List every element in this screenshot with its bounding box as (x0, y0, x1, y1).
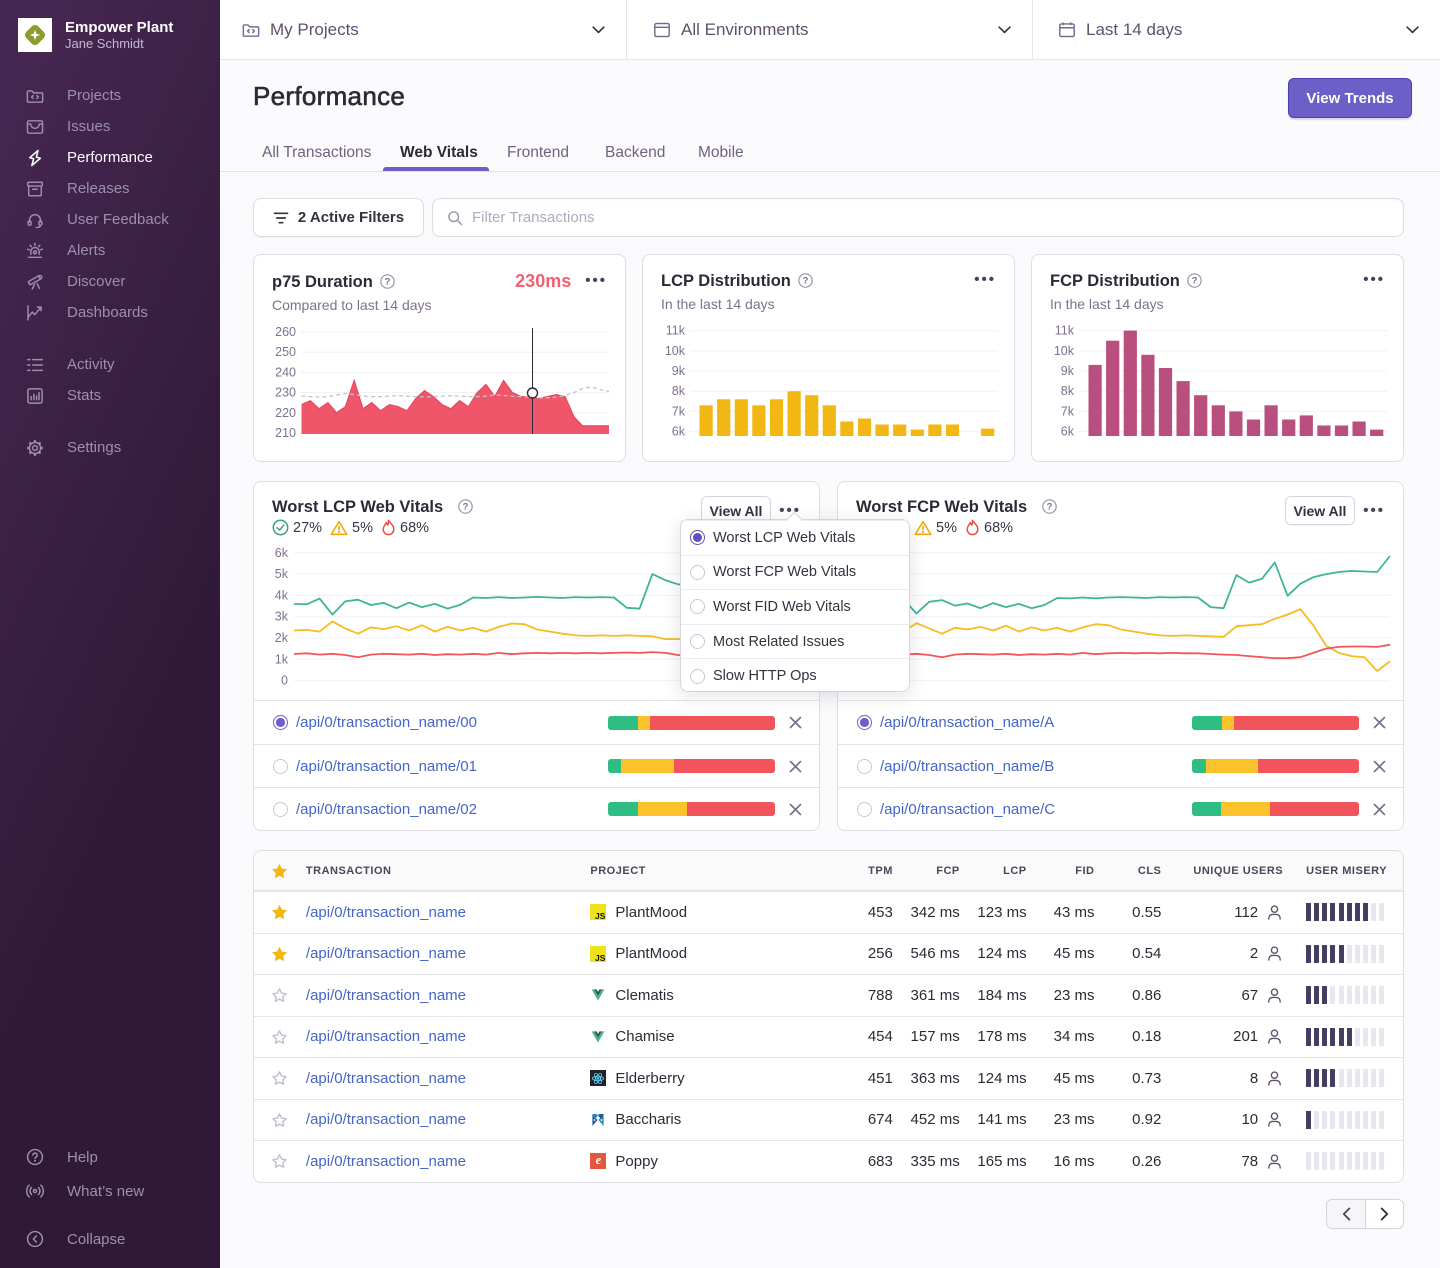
svg-text:8k: 8k (672, 384, 686, 398)
svg-text:0: 0 (281, 674, 288, 688)
svg-text:?: ? (463, 502, 469, 513)
svg-text:6k: 6k (672, 425, 686, 439)
svg-text:3k: 3k (275, 610, 289, 624)
svg-text:230: 230 (275, 386, 296, 400)
svg-text:?: ? (384, 277, 390, 288)
svg-text:4k: 4k (275, 588, 289, 602)
svg-text:7k: 7k (1061, 404, 1075, 418)
svg-text:210: 210 (275, 426, 296, 439)
svg-text:?: ? (1191, 276, 1197, 287)
svg-text:6k: 6k (275, 546, 289, 560)
svg-text:7k: 7k (672, 404, 686, 418)
svg-text:5k: 5k (275, 567, 289, 581)
svg-text:6k: 6k (1061, 425, 1075, 439)
svg-text:9k: 9k (1061, 364, 1075, 378)
svg-text:260: 260 (275, 325, 296, 339)
svg-text:220: 220 (275, 406, 296, 420)
svg-text:?: ? (802, 276, 808, 287)
svg-text:250: 250 (275, 345, 296, 359)
svg-text:9k: 9k (672, 364, 686, 378)
svg-text:?: ? (1047, 502, 1053, 513)
svg-text:10k: 10k (1054, 344, 1075, 358)
svg-text:11k: 11k (666, 324, 686, 338)
svg-text:11k: 11k (1055, 324, 1075, 338)
svg-text:10k: 10k (665, 344, 686, 358)
svg-text:2k: 2k (275, 631, 289, 645)
svg-text:8k: 8k (1061, 384, 1075, 398)
svg-text:240: 240 (275, 365, 296, 379)
svg-text:1k: 1k (275, 652, 289, 666)
